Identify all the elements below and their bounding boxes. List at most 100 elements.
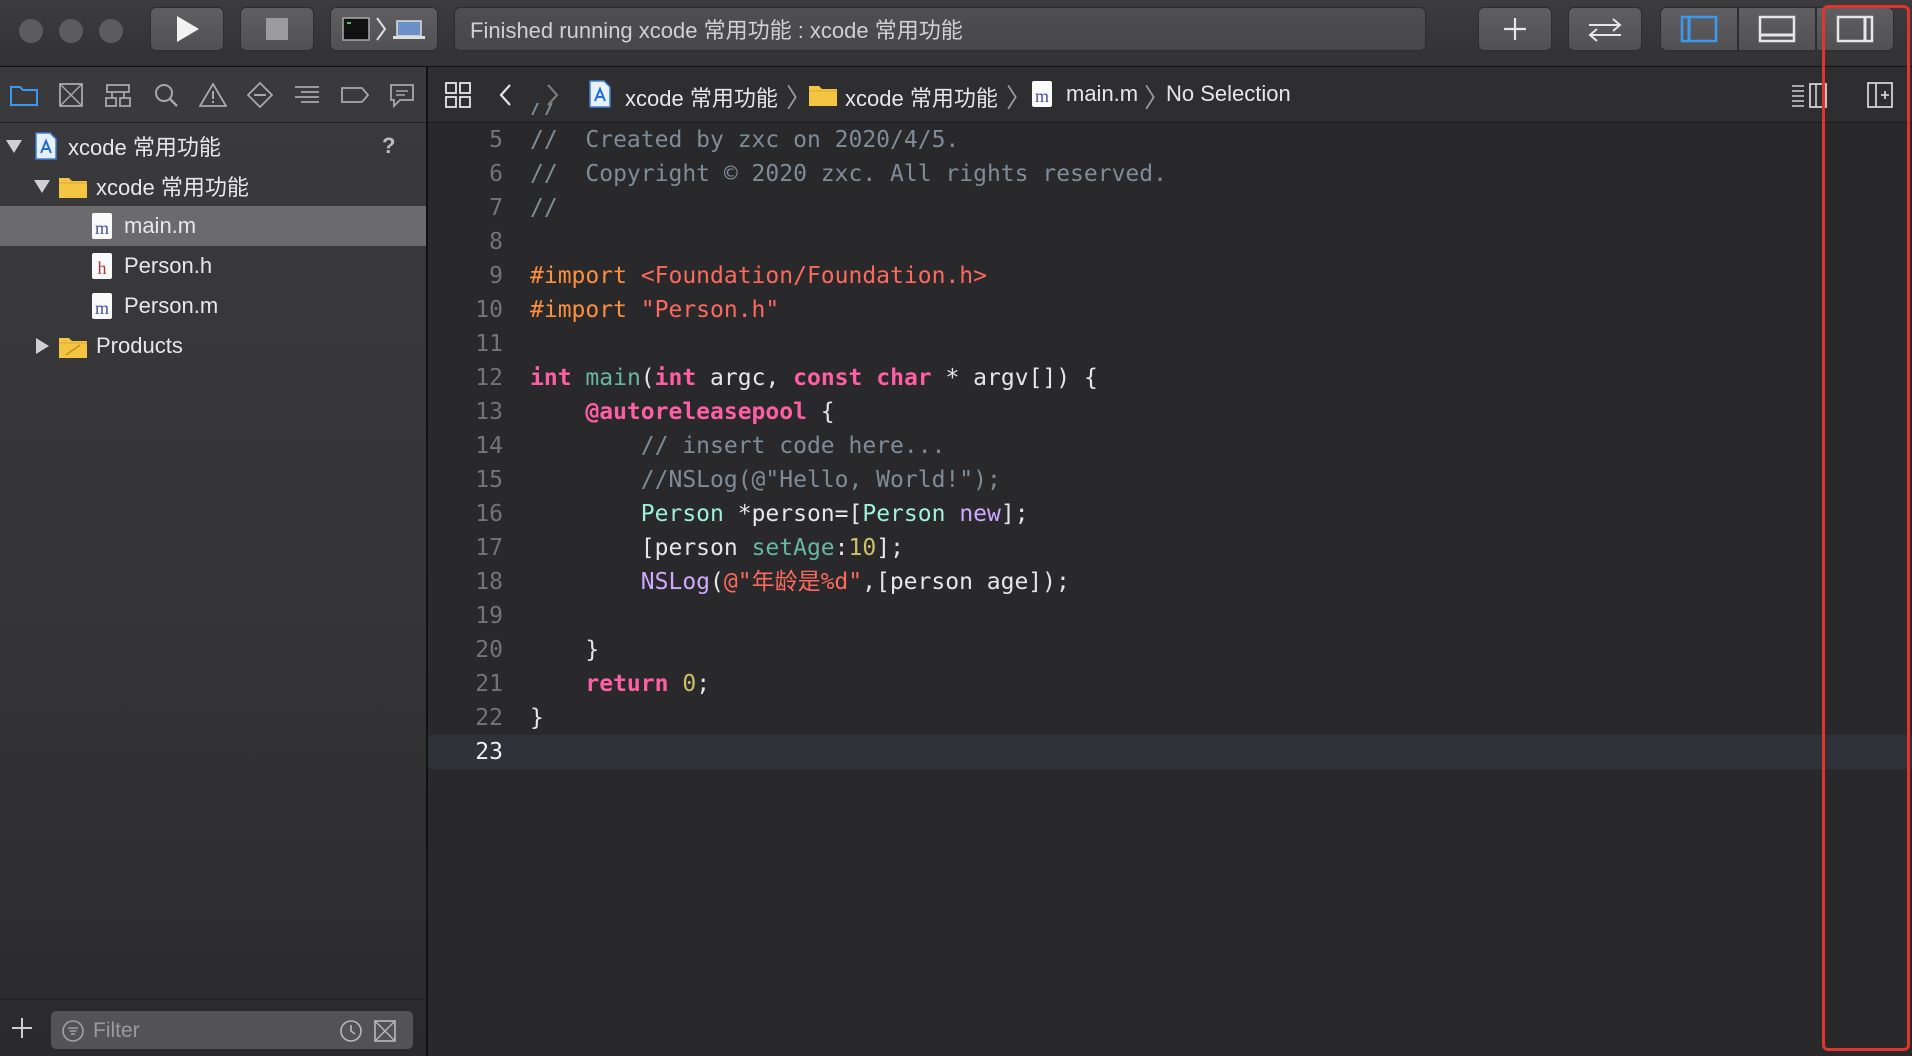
minimize-window-button[interactable] — [59, 19, 83, 43]
code-text: #import "Person.h" — [530, 293, 779, 327]
toggle-navigator-button[interactable] — [1660, 7, 1738, 51]
close-window-button[interactable] — [19, 19, 43, 43]
code-token: // insert code here... — [640, 433, 946, 459]
code-text: } — [530, 633, 599, 667]
recent-files-icon[interactable] — [339, 1019, 363, 1048]
tab-source-control[interactable] — [47, 67, 94, 122]
source-control-filter-icon[interactable] — [373, 1019, 397, 1048]
code-line[interactable]: 19 — [428, 599, 1912, 633]
code-token: const — [793, 365, 863, 391]
tab-symbol-navigator[interactable] — [95, 67, 142, 122]
stop-button[interactable] — [240, 7, 314, 51]
project-navigator-icon — [9, 85, 38, 106]
toolbar: Finished running xcode 常用功能 : xcode 常用功能 — [0, 0, 1912, 67]
tree-item-main-m[interactable]: m main.m — [0, 206, 426, 246]
source-editor[interactable]: // 5 // Created by zxc on 2020/4/5. 6 // Co… — [428, 103, 1912, 1056]
zoom-window-button[interactable] — [99, 19, 123, 43]
code-line[interactable]: 15 //NSLog(@"Hello, World!"); — [428, 463, 1912, 497]
filter-input[interactable]: Filter — [50, 1010, 414, 1050]
jump-bar: xcode 常用功能 〉 xcode 常用功能 〉 m main.m 〉 No … — [428, 67, 1912, 123]
disclosure-triangle-icon[interactable] — [32, 176, 52, 196]
tree-item-project[interactable]: xcode 常用功能 ? — [0, 126, 426, 166]
tree-item-group[interactable]: xcode 常用功能 — [0, 166, 426, 206]
breadcrumb-symbol[interactable]: No Selection — [1166, 81, 1291, 107]
code-line[interactable]: 9 #import <Foundation/Foundation.h> — [428, 259, 1912, 293]
tab-report-navigator[interactable] — [378, 67, 425, 122]
code-line[interactable]: 5 // Created by zxc on 2020/4/5. — [428, 123, 1912, 157]
tab-issue-navigator[interactable] — [189, 67, 236, 122]
code-line[interactable]: 22} — [428, 701, 1912, 735]
code-token: ( — [640, 365, 655, 391]
line-number: 11 — [475, 331, 503, 357]
code-token: ]; — [876, 535, 904, 561]
code-text: [person setAge:10]; — [530, 531, 904, 565]
breadcrumb-project[interactable]: xcode 常用功能 — [625, 81, 778, 113]
back-chevron-icon[interactable] — [496, 81, 516, 114]
code-token: * argv[]) { — [931, 365, 1098, 391]
code-line[interactable]: 11 — [428, 327, 1912, 361]
code-token: } — [530, 637, 600, 663]
debug-icon — [295, 85, 320, 103]
breadcrumb-file[interactable]: main.m — [1066, 81, 1138, 107]
tree-item-person-h[interactable]: h Person.h — [0, 246, 426, 286]
xcode-project-icon — [588, 80, 612, 113]
project-navigator-panel: xcode 常用功能 ? xcode 常用功能 m main.m h Perso… — [0, 67, 428, 1056]
tree-item-person-m[interactable]: m Person.m — [0, 286, 426, 326]
code-token: *person=[ — [723, 501, 863, 527]
tab-debug-navigator[interactable] — [284, 67, 331, 122]
code-line[interactable]: 16 Person *person=[Person new]; — [428, 497, 1912, 531]
code-review-button[interactable] — [1568, 7, 1642, 51]
toggle-debug-area-button[interactable] — [1738, 7, 1816, 51]
related-items-icon[interactable] — [444, 81, 472, 114]
code-token: int — [530, 365, 572, 391]
code-text: #import <Foundation/Foundation.h> — [530, 259, 987, 293]
code-token: // Copyright © 2020 zxc. All rights rese… — [530, 161, 1167, 187]
code-line[interactable]: 8 — [428, 225, 1912, 259]
test-icon — [246, 81, 274, 108]
line-number: 12 — [475, 365, 503, 391]
line-number: 10 — [475, 297, 503, 323]
header-file-icon: h — [92, 253, 112, 279]
code-token: ; — [696, 671, 711, 697]
code-line[interactable]: 13 @autoreleasepool { — [428, 395, 1912, 429]
library-button[interactable] — [1478, 7, 1552, 51]
filter-placeholder: Filter — [93, 1019, 140, 1042]
tab-breakpoint-navigator[interactable] — [331, 67, 378, 122]
line-number: 22 — [475, 705, 503, 731]
breadcrumb-separator-icon: 〉 — [1006, 83, 1033, 113]
add-icon[interactable] — [10, 1016, 34, 1045]
code-line[interactable]: 20 } — [428, 633, 1912, 667]
code-token: char — [876, 365, 932, 391]
disclosure-triangle-icon[interactable] — [32, 336, 52, 356]
run-button[interactable] — [150, 7, 224, 51]
tree-item-products[interactable]: Products — [0, 326, 426, 366]
code-token: new — [959, 501, 1001, 527]
code-line[interactable]: 21 return 0; — [428, 667, 1912, 701]
code-line[interactable]: 10 #import "Person.h" — [428, 293, 1912, 327]
code-token: argc, — [696, 365, 794, 391]
breadcrumb-group[interactable]: xcode 常用功能 — [845, 81, 998, 113]
code-token: main — [585, 365, 641, 391]
navigator-filter-bar: Filter — [0, 999, 426, 1056]
tab-find-navigator[interactable] — [142, 67, 189, 122]
activity-status: Finished running xcode 常用功能 : xcode 常用功能 — [454, 7, 1426, 51]
code-text: // insert code here... — [530, 429, 946, 463]
tab-test-navigator[interactable] — [236, 67, 283, 122]
code-line[interactable]: 7 // — [428, 191, 1912, 225]
tab-project-navigator[interactable] — [0, 67, 47, 122]
disclosure-triangle-icon[interactable] — [4, 136, 24, 156]
scheme-selector[interactable] — [330, 7, 438, 51]
code-token: 0 — [682, 671, 697, 697]
code-line[interactable]: 6 // Copyright © 2020 zxc. All rights res… — [428, 157, 1912, 191]
code-line[interactable]: 18 NSLog(@"年龄是%d",[person age]); — [428, 565, 1912, 599]
code-line[interactable]: 12 int main(int argc, const char * argv[]… — [428, 361, 1912, 395]
add-icon — [1504, 18, 1526, 40]
code-line[interactable]: 17 [person setAge:10]; — [428, 531, 1912, 565]
code-line[interactable]: 14 // insert code here... — [428, 429, 1912, 463]
code-token: "Person.h" — [640, 297, 780, 323]
code-line[interactable]: 23 — [428, 735, 1912, 769]
